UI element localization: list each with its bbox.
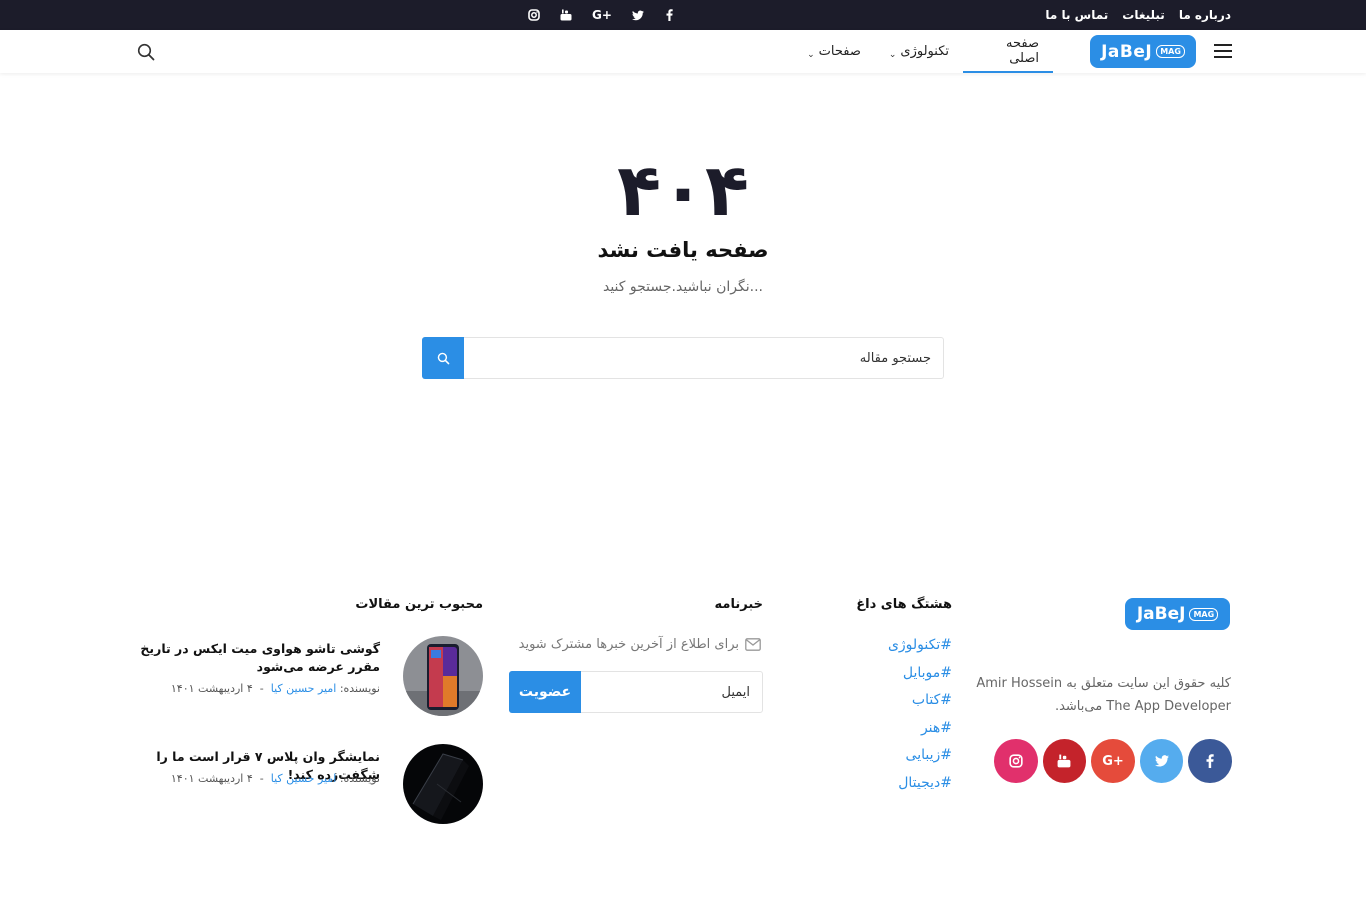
- hashtag-link[interactable]: #کتاب: [860, 689, 952, 717]
- popular-posts-title: محبوب ترین مقالات: [355, 597, 483, 612]
- hamburger-menu-icon[interactable]: [1214, 44, 1232, 58]
- menu-item-label: تکنولوژی: [900, 44, 949, 59]
- meta-separator: -: [259, 682, 264, 695]
- facebook-icon[interactable]: [1188, 739, 1232, 783]
- author-link[interactable]: امیر حسین کیا: [271, 772, 337, 785]
- newsletter-text-row: برای اطلاع از آخرین خبرها مشترک شوید: [505, 637, 761, 652]
- hashtag-link[interactable]: #موبایل: [860, 662, 952, 690]
- post-date: ۴ اردیبهشت ۱۴۰۱: [170, 682, 253, 695]
- logo-text: JaBeJ: [1101, 41, 1153, 62]
- top-link-contact[interactable]: تماس با ما: [1045, 8, 1108, 22]
- instagram-icon[interactable]: [994, 739, 1038, 783]
- hashtag-link[interactable]: #زیبایی: [860, 744, 952, 772]
- popular-post[interactable]: نمایشگر وان پلاس ۷ قرار است ما را شگفت‌ز…: [140, 744, 483, 824]
- envelope-icon: [745, 638, 761, 651]
- copyright-text: کلیه حقوق این سایت متعلق به Amir Hossein…: [976, 676, 1231, 714]
- instagram-icon[interactable]: [528, 9, 540, 21]
- twitter-icon[interactable]: [631, 9, 644, 21]
- logo-mark: MAG: [1156, 45, 1185, 58]
- top-link-ads[interactable]: تبلیغات: [1122, 8, 1165, 22]
- newsletter-text: برای اطلاع از آخرین خبرها مشترک شوید: [518, 637, 739, 652]
- post-date: ۴ اردیبهشت ۱۴۰۱: [170, 772, 253, 785]
- logo-text: JaBeJ: [1136, 604, 1186, 624]
- top-social-icons: G+: [528, 0, 676, 30]
- site-logo[interactable]: JaBeJ MAG: [1090, 35, 1196, 68]
- youtube-icon[interactable]: [560, 9, 572, 21]
- post-meta: نویسنده: امیر حسین کیا - ۴ اردیبهشت ۱۴۰۱: [140, 772, 380, 785]
- email-field[interactable]: ایمیل: [581, 672, 762, 712]
- author-link[interactable]: امیر حسین کیا: [271, 682, 337, 695]
- main-navbar: JaBeJ MAG صفحه اصلی تکنولوژی ⌄ صفحات ⌄: [0, 30, 1366, 73]
- menu-item-label: صفحات: [818, 44, 861, 59]
- author-label: نویسنده:: [339, 682, 380, 695]
- top-link-about[interactable]: درباره ما: [1179, 8, 1231, 22]
- newsletter-form: عضویت ایمیل: [509, 671, 763, 713]
- post-thumbnail[interactable]: [403, 744, 483, 824]
- hashtags-title: هشتگ های داغ: [856, 597, 952, 612]
- hashtag-link[interactable]: #دیجیتال: [860, 772, 952, 800]
- menu-item-pages[interactable]: صفحات ⌄: [793, 30, 875, 73]
- menu-item-technology[interactable]: تکنولوژی ⌄: [875, 30, 963, 73]
- hashtag-link[interactable]: #هنر: [860, 717, 952, 745]
- main-menu: صفحه اصلی تکنولوژی ⌄ صفحات ⌄: [793, 30, 1053, 73]
- chevron-down-icon: ⌄: [807, 49, 815, 60]
- error-code: ۴۰۴: [617, 148, 749, 232]
- facebook-icon[interactable]: [664, 9, 676, 21]
- author-label: نویسنده:: [339, 772, 380, 785]
- twitter-icon[interactable]: [1139, 739, 1184, 783]
- google-plus-icon[interactable]: G+: [1091, 739, 1135, 783]
- chevron-down-icon: ⌄: [888, 49, 897, 60]
- menu-item-home[interactable]: صفحه اصلی: [963, 30, 1053, 73]
- subscribe-button[interactable]: عضویت: [509, 671, 581, 713]
- hashtag-list: #تکنولوژی #موبایل #کتاب #هنر #زیبایی #دی…: [860, 634, 952, 800]
- menu-item-label: صفحه اصلی: [1006, 35, 1039, 66]
- search-input[interactable]: جستجو مقاله: [464, 338, 943, 378]
- logo-mark: MAG: [1189, 607, 1219, 621]
- search-button[interactable]: [422, 337, 464, 379]
- meta-separator: -: [259, 772, 264, 785]
- search-icon: [437, 352, 449, 364]
- article-search-form: جستجو مقاله: [422, 337, 944, 379]
- error-subtitle: نگران نباشید.جستجو کنید...: [602, 279, 764, 295]
- hashtag-link[interactable]: #تکنولوژی: [860, 634, 952, 662]
- top-bar: درباره ما تبلیغات تماس با ما G+: [0, 0, 1366, 30]
- search-icon[interactable]: [137, 43, 155, 61]
- post-title[interactable]: گوشی تاشو هواوی میت ایکس در تاریخ مقرر ع…: [140, 640, 380, 676]
- google-plus-icon[interactable]: G+: [592, 8, 612, 22]
- post-thumbnail[interactable]: [403, 636, 483, 716]
- footer-logo[interactable]: JaBeJ MAG: [1125, 598, 1230, 630]
- newsletter-title: خبرنامه: [714, 597, 763, 612]
- popular-post[interactable]: گوشی تاشو هواوی میت ایکس در تاریخ مقرر ع…: [140, 636, 483, 716]
- post-meta: نویسنده: امیر حسین کیا - ۴ اردیبهشت ۱۴۰۱: [140, 682, 380, 695]
- error-title: صفحه یافت نشد: [597, 238, 769, 262]
- top-links: درباره ما تبلیغات تماس با ما: [1045, 0, 1231, 30]
- footer-social-buttons: G+: [994, 739, 1232, 783]
- youtube-icon[interactable]: [1042, 739, 1087, 783]
